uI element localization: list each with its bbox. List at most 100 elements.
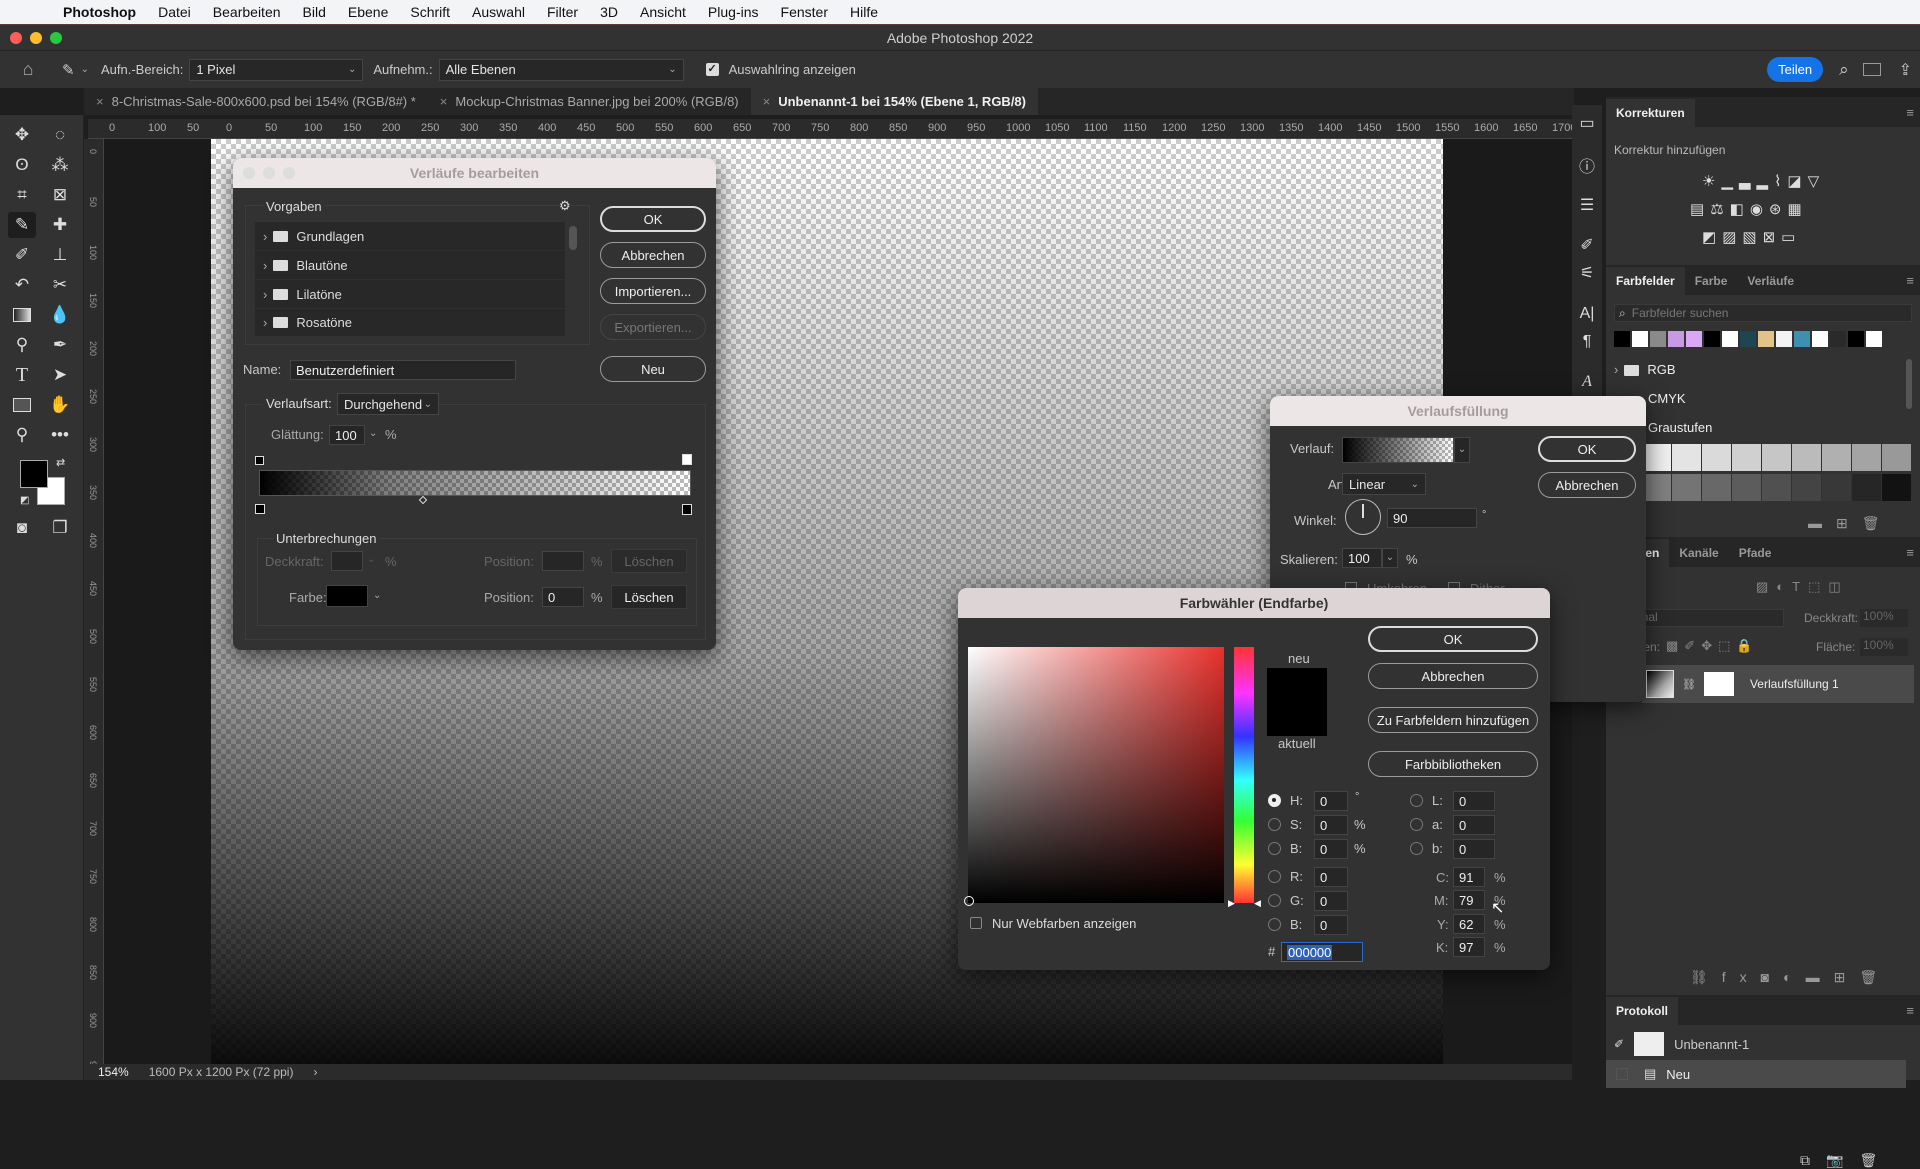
blue-input[interactable]: 0 [1314,915,1348,935]
lab-b-radio[interactable] [1410,842,1423,855]
frame-tool-icon[interactable]: ⊠ [46,182,74,208]
swatches-search[interactable]: ⌕ Farbfelder suchen [1614,304,1912,322]
tab-unbenannt-1[interactable]: × Unbenannt-1 bei 154% (Ebene 1, RGB/8) [750,88,1038,115]
screen-mode-icon[interactable]: ❐ [46,515,74,541]
delete-layer-icon[interactable]: 🗑 [1859,969,1891,985]
close-tab-icon[interactable]: × [763,94,771,109]
type-tool-icon[interactable]: T [8,362,36,388]
move-tool-icon[interactable]: ✥ [8,122,36,148]
menu-hilfe[interactable]: Hilfe [839,4,889,20]
character-icon[interactable]: A| [1572,305,1602,323]
color-swatch[interactable] [1830,331,1846,347]
gray-swatch[interactable] [1702,444,1731,471]
menu-schrift[interactable]: Schrift [399,4,461,20]
green-input[interactable]: 0 [1314,891,1348,911]
swatches-scrollbar[interactable] [1906,359,1912,409]
preset-folder-lilatoene[interactable]: › Lilatöne [255,280,565,309]
workspace-icon[interactable] [1862,63,1881,76]
gradient-picker-dropdown[interactable]: ⌄ [1454,437,1470,463]
import-button[interactable]: Importieren... [600,278,706,304]
channel-mixer-icon[interactable]: ⊛ [1769,201,1788,218]
panel-menu-icon[interactable]: ≡ [1906,1003,1914,1018]
photo-filter-icon[interactable]: ◉ [1750,201,1769,218]
color-swatch[interactable] [1740,331,1756,347]
brush-tool-icon[interactable]: ✐ [8,242,36,268]
opacity-stop-left[interactable] [255,456,264,465]
hue-radio[interactable] [1268,794,1281,807]
tab-verlaeufe[interactable]: Verläufe [1737,267,1804,295]
close-window-button[interactable] [10,32,22,44]
saturation-brightness-field[interactable] [968,647,1224,903]
minimize-window-button[interactable] [30,32,42,44]
black-input[interactable]: 97 [1453,937,1485,957]
color-balance-icon[interactable]: ⚖ [1710,201,1729,218]
quick-selection-tool-icon[interactable]: ⁂ [46,152,74,178]
black-white-icon[interactable]: ◧ [1730,201,1750,218]
color-swatch[interactable] [1632,331,1648,347]
hex-input[interactable]: 000000 [1281,942,1363,962]
stop-color-swatch[interactable] [326,585,368,607]
elliptical-marquee-tool-icon[interactable]: ◌ [46,122,74,148]
paragraph-icon[interactable]: ¶ [1572,333,1602,351]
gray-swatch[interactable] [1642,474,1671,501]
swatch-group-cmyk[interactable]: CMYK [1648,391,1686,406]
info-icon[interactable]: ⓘ [1572,153,1602,177]
color-swatch[interactable] [1866,331,1882,347]
tab-christmas-sale[interactable]: × 8-Christmas-Sale-800x600.psd bei 154% (… [84,88,428,115]
color-field-marker[interactable] [964,896,974,906]
angle-dial[interactable] [1345,499,1381,535]
color-lookup-icon[interactable]: ▦ [1788,201,1808,218]
color-swatch[interactable] [1848,331,1864,347]
lab-l-radio[interactable] [1410,794,1423,807]
delete-color-stop-button[interactable]: Löschen [611,585,687,609]
hue-slider-right-handle[interactable]: ◀ [1254,898,1261,909]
tab-protokoll[interactable]: Protokoll [1606,997,1679,1025]
healing-brush-tool-icon[interactable]: ✚ [46,212,74,238]
default-colors-icon[interactable]: ◩ [20,495,29,506]
color-swatch[interactable] [1794,331,1810,347]
history-brush-source-icon[interactable]: ✐ [1614,1037,1624,1051]
snapshot-camera-icon[interactable]: 📷 [1826,1152,1859,1168]
gradient-name-input[interactable]: Benutzerdefiniert [290,360,516,380]
color-position-input[interactable]: 0 [542,587,584,607]
tab-farbe[interactable]: Farbe [1685,267,1738,295]
tab-mockup-banner[interactable]: × Mockup-Christmas Banner.jpg bei 200% (R… [428,88,751,115]
lab-a-radio[interactable] [1410,818,1423,831]
lock-position-icon[interactable]: ✥ [1701,638,1718,653]
lock-all-icon[interactable]: 🔒 [1736,638,1758,653]
gray-swatch[interactable] [1732,474,1761,501]
gradient-type-select[interactable]: Durchgehend ⌄ [337,393,439,415]
hue-slider[interactable] [1234,647,1254,903]
clone-stamp-tool-icon[interactable]: ⊥ [46,242,74,268]
new-document-from-state-icon[interactable]: ⧉ [1800,1152,1826,1168]
preset-folder-rosatoene[interactable]: › Rosatöne [255,309,565,336]
color-stop-right[interactable] [682,504,692,515]
filter-smart-object-icon[interactable]: ◫ [1828,579,1848,594]
gray-swatch[interactable] [1792,444,1821,471]
magenta-input[interactable]: 79 [1453,890,1485,910]
filter-shape-icon[interactable]: ⬚ [1808,579,1828,594]
close-window-button[interactable] [243,167,255,179]
color-swatch[interactable] [1722,331,1738,347]
cancel-button[interactable]: Abbrechen [1538,472,1636,498]
opacity-position-input[interactable] [542,551,584,571]
delete-opacity-stop-button[interactable]: Löschen [611,549,687,573]
lab-b-input[interactable]: 0 [1453,839,1495,859]
smoothness-input[interactable]: 100 [329,425,365,445]
color-stop-left[interactable] [255,504,265,514]
new-group-icon[interactable]: ▬ [1808,515,1836,531]
layer-mask-thumbnail[interactable] [1703,672,1734,696]
export-button[interactable]: Exportieren... [600,314,706,340]
color-swatch[interactable] [1668,331,1684,347]
blur-tool-icon[interactable]: 💧 [46,302,74,328]
menu-bild[interactable]: Bild [292,4,337,20]
eyedropper-tool-icon[interactable]: ✎ [8,212,36,238]
new-swatch-icon[interactable]: ⊞ [1836,515,1862,531]
link-icon[interactable]: ⛓ [1682,678,1696,691]
panel-menu-icon[interactable]: ≡ [1906,273,1914,288]
more-tools-icon[interactable]: ••• [46,422,74,448]
filter-type-icon[interactable]: T [1792,579,1808,594]
ok-button[interactable]: OK [1368,626,1538,652]
invert-icon[interactable]: ◩ [1702,229,1722,246]
gray-swatch[interactable] [1732,444,1761,471]
